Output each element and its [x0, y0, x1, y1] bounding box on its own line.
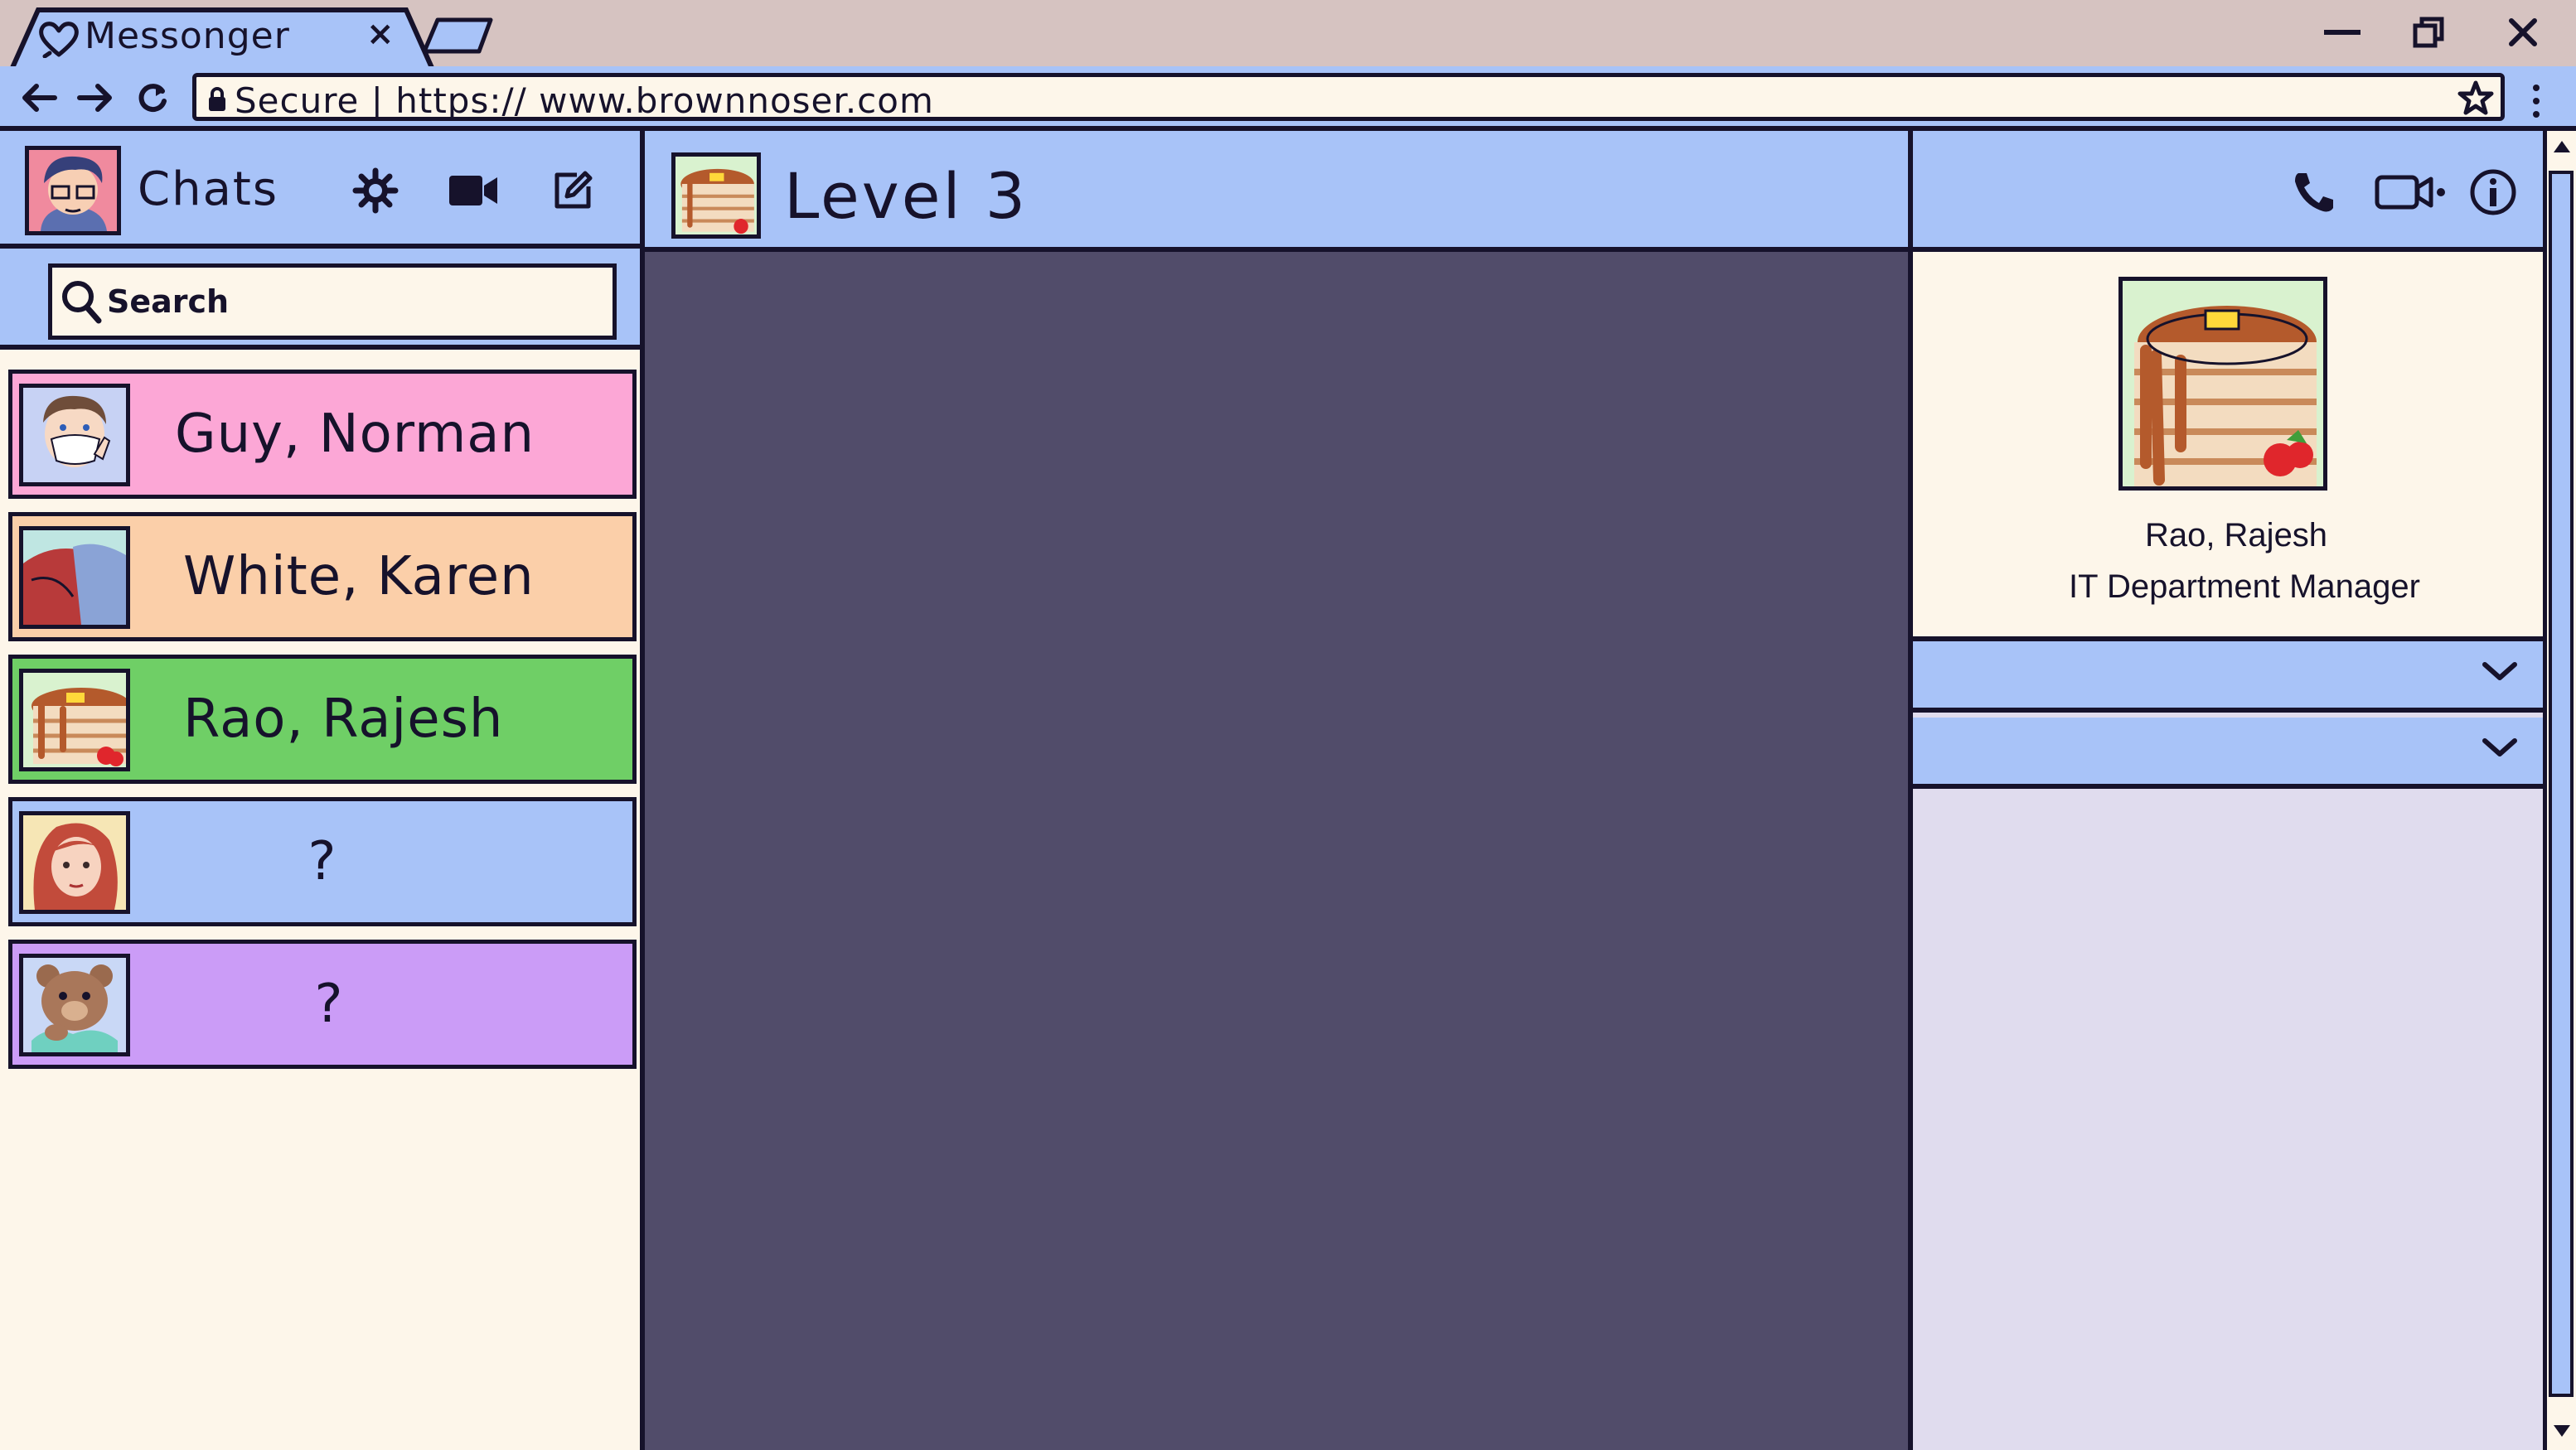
back-button[interactable] [17, 75, 63, 121]
profile-card: Rao, Rajesh IT Department Manager [1913, 252, 2543, 641]
search-icon [61, 279, 102, 327]
video-call-icon[interactable] [2374, 166, 2448, 219]
scrollbar-thumb[interactable] [2549, 171, 2574, 1397]
scrollbar[interactable] [2543, 131, 2576, 1450]
close-window-button[interactable] [2498, 12, 2548, 53]
conversation-avatar[interactable] [671, 152, 761, 239]
gear-icon[interactable] [346, 166, 404, 215]
contact-avatar [19, 811, 130, 914]
conversation-title: Level 3 [784, 159, 1029, 233]
browser-nav-bar: Secure | https:// www.brownnoser.com [0, 66, 2576, 131]
contact-avatar [19, 526, 130, 629]
address-text: Secure | https:// www.brownnoser.com [235, 80, 934, 121]
profile-name: Rao, Rajesh [2144, 517, 2328, 553]
message-area[interactable] [645, 252, 1908, 1450]
chevron-down-icon[interactable] [2482, 660, 2518, 686]
contact-item[interactable]: ? [8, 940, 637, 1069]
chats-sidebar: Chats Search Guy, Norman White, Karen Ra… [0, 131, 645, 1450]
contact-item[interactable]: Rao, Rajesh [8, 655, 637, 784]
phone-icon[interactable] [2288, 166, 2341, 219]
sidebar-header: Chats [0, 131, 640, 249]
contact-item[interactable]: Guy, Norman [8, 370, 637, 499]
browser-tab[interactable]: Messonger × [8, 7, 439, 70]
search-area [0, 249, 640, 350]
info-icon[interactable] [2467, 166, 2520, 219]
bookmark-star-icon[interactable] [2457, 80, 2494, 120]
minimize-button[interactable] [2317, 12, 2367, 53]
contact-avatar [19, 954, 130, 1056]
details-pane: Rao, Rajesh IT Department Manager [1913, 131, 2543, 1450]
conversation-header: Level 3 [645, 131, 1908, 252]
reload-button[interactable] [129, 75, 176, 121]
contact-item[interactable]: ? [8, 797, 637, 926]
contact-name: Guy, Norman [175, 404, 535, 465]
profile-avatar [2118, 277, 2327, 491]
restore-button[interactable] [2404, 12, 2453, 53]
search-field[interactable] [48, 263, 617, 340]
conversation-pane: Level 3 [645, 131, 1913, 1450]
details-section-1[interactable] [1913, 641, 2543, 713]
user-avatar[interactable] [25, 146, 121, 235]
contact-name: ? [307, 831, 337, 892]
lock-icon [208, 87, 226, 115]
new-tab-button[interactable] [421, 15, 496, 56]
tab-title: Messonger [85, 15, 290, 57]
search-input[interactable] [107, 281, 571, 322]
heart-icon [38, 20, 80, 61]
video-call-icon[interactable] [444, 166, 502, 215]
tab-close-button[interactable]: × [366, 15, 395, 53]
profile-role: IT Department Manager [2069, 568, 2420, 605]
browser-menu-icon[interactable] [2516, 78, 2556, 124]
sidebar-title: Chats [138, 162, 279, 216]
contact-avatar [19, 384, 130, 486]
contact-name: Rao, Rajesh [183, 689, 504, 750]
scroll-up-arrow-icon[interactable] [2552, 138, 2572, 157]
forward-button[interactable] [71, 75, 118, 121]
contact-item[interactable]: White, Karen [8, 512, 637, 641]
chevron-down-icon[interactable] [2482, 736, 2518, 762]
details-header [1913, 131, 2543, 252]
contact-avatar [19, 669, 130, 771]
browser-title-bar: Messonger × [0, 0, 2576, 70]
contact-name: ? [314, 974, 344, 1035]
compose-icon[interactable] [544, 166, 602, 215]
contact-name: White, Karen [183, 546, 535, 607]
address-bar[interactable]: Secure | https:// www.brownnoser.com [192, 73, 2505, 121]
scroll-down-arrow-icon[interactable] [2552, 1423, 2572, 1443]
details-section-2[interactable] [1913, 718, 2543, 789]
